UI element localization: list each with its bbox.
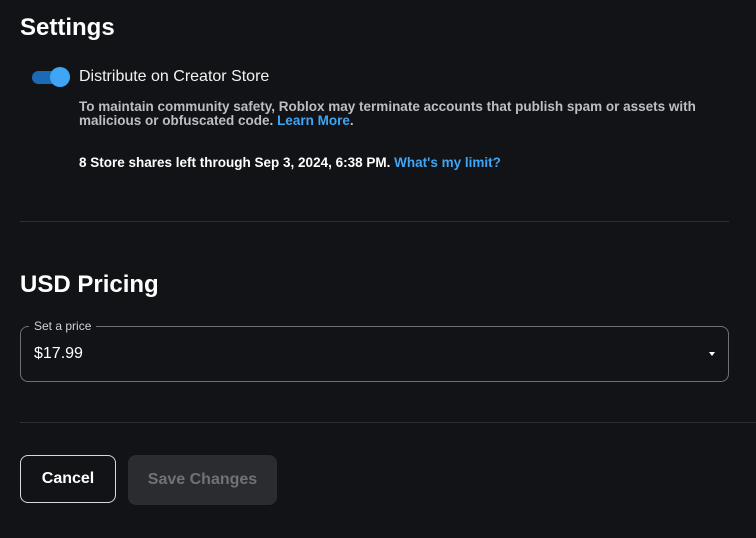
cancel-button[interactable]: Cancel bbox=[20, 455, 116, 503]
distribute-toggle-label: Distribute on Creator Store bbox=[79, 68, 270, 85]
safety-note: To maintain community safety, Roblox may… bbox=[79, 100, 729, 128]
pricing-title: USD Pricing bbox=[20, 271, 159, 298]
price-select[interactable]: Set a price $17.99 bbox=[20, 319, 729, 382]
distribute-toggle[interactable] bbox=[32, 67, 70, 87]
shares-note: 8 Store shares left through Sep 3, 2024,… bbox=[79, 155, 501, 171]
actions-divider bbox=[20, 422, 756, 423]
shares-note-text: 8 Store shares left through Sep 3, 2024,… bbox=[79, 155, 391, 170]
section-divider bbox=[20, 221, 729, 222]
price-select-label: Set a price bbox=[29, 319, 97, 333]
save-changes-button[interactable]: Save Changes bbox=[128, 455, 277, 505]
safety-note-text: To maintain community safety, Roblox may… bbox=[79, 99, 696, 128]
caret-down-icon bbox=[709, 352, 715, 356]
whats-my-limit-link[interactable]: What's my limit? bbox=[394, 155, 501, 170]
settings-title: Settings bbox=[20, 14, 115, 41]
learn-more-link[interactable]: Learn More bbox=[277, 113, 350, 128]
toggle-knob bbox=[50, 67, 70, 87]
settings-page: Settings Distribute on Creator Store To … bbox=[0, 0, 756, 538]
safety-note-period: . bbox=[349, 113, 354, 128]
price-select-value: $17.99 bbox=[34, 345, 83, 362]
